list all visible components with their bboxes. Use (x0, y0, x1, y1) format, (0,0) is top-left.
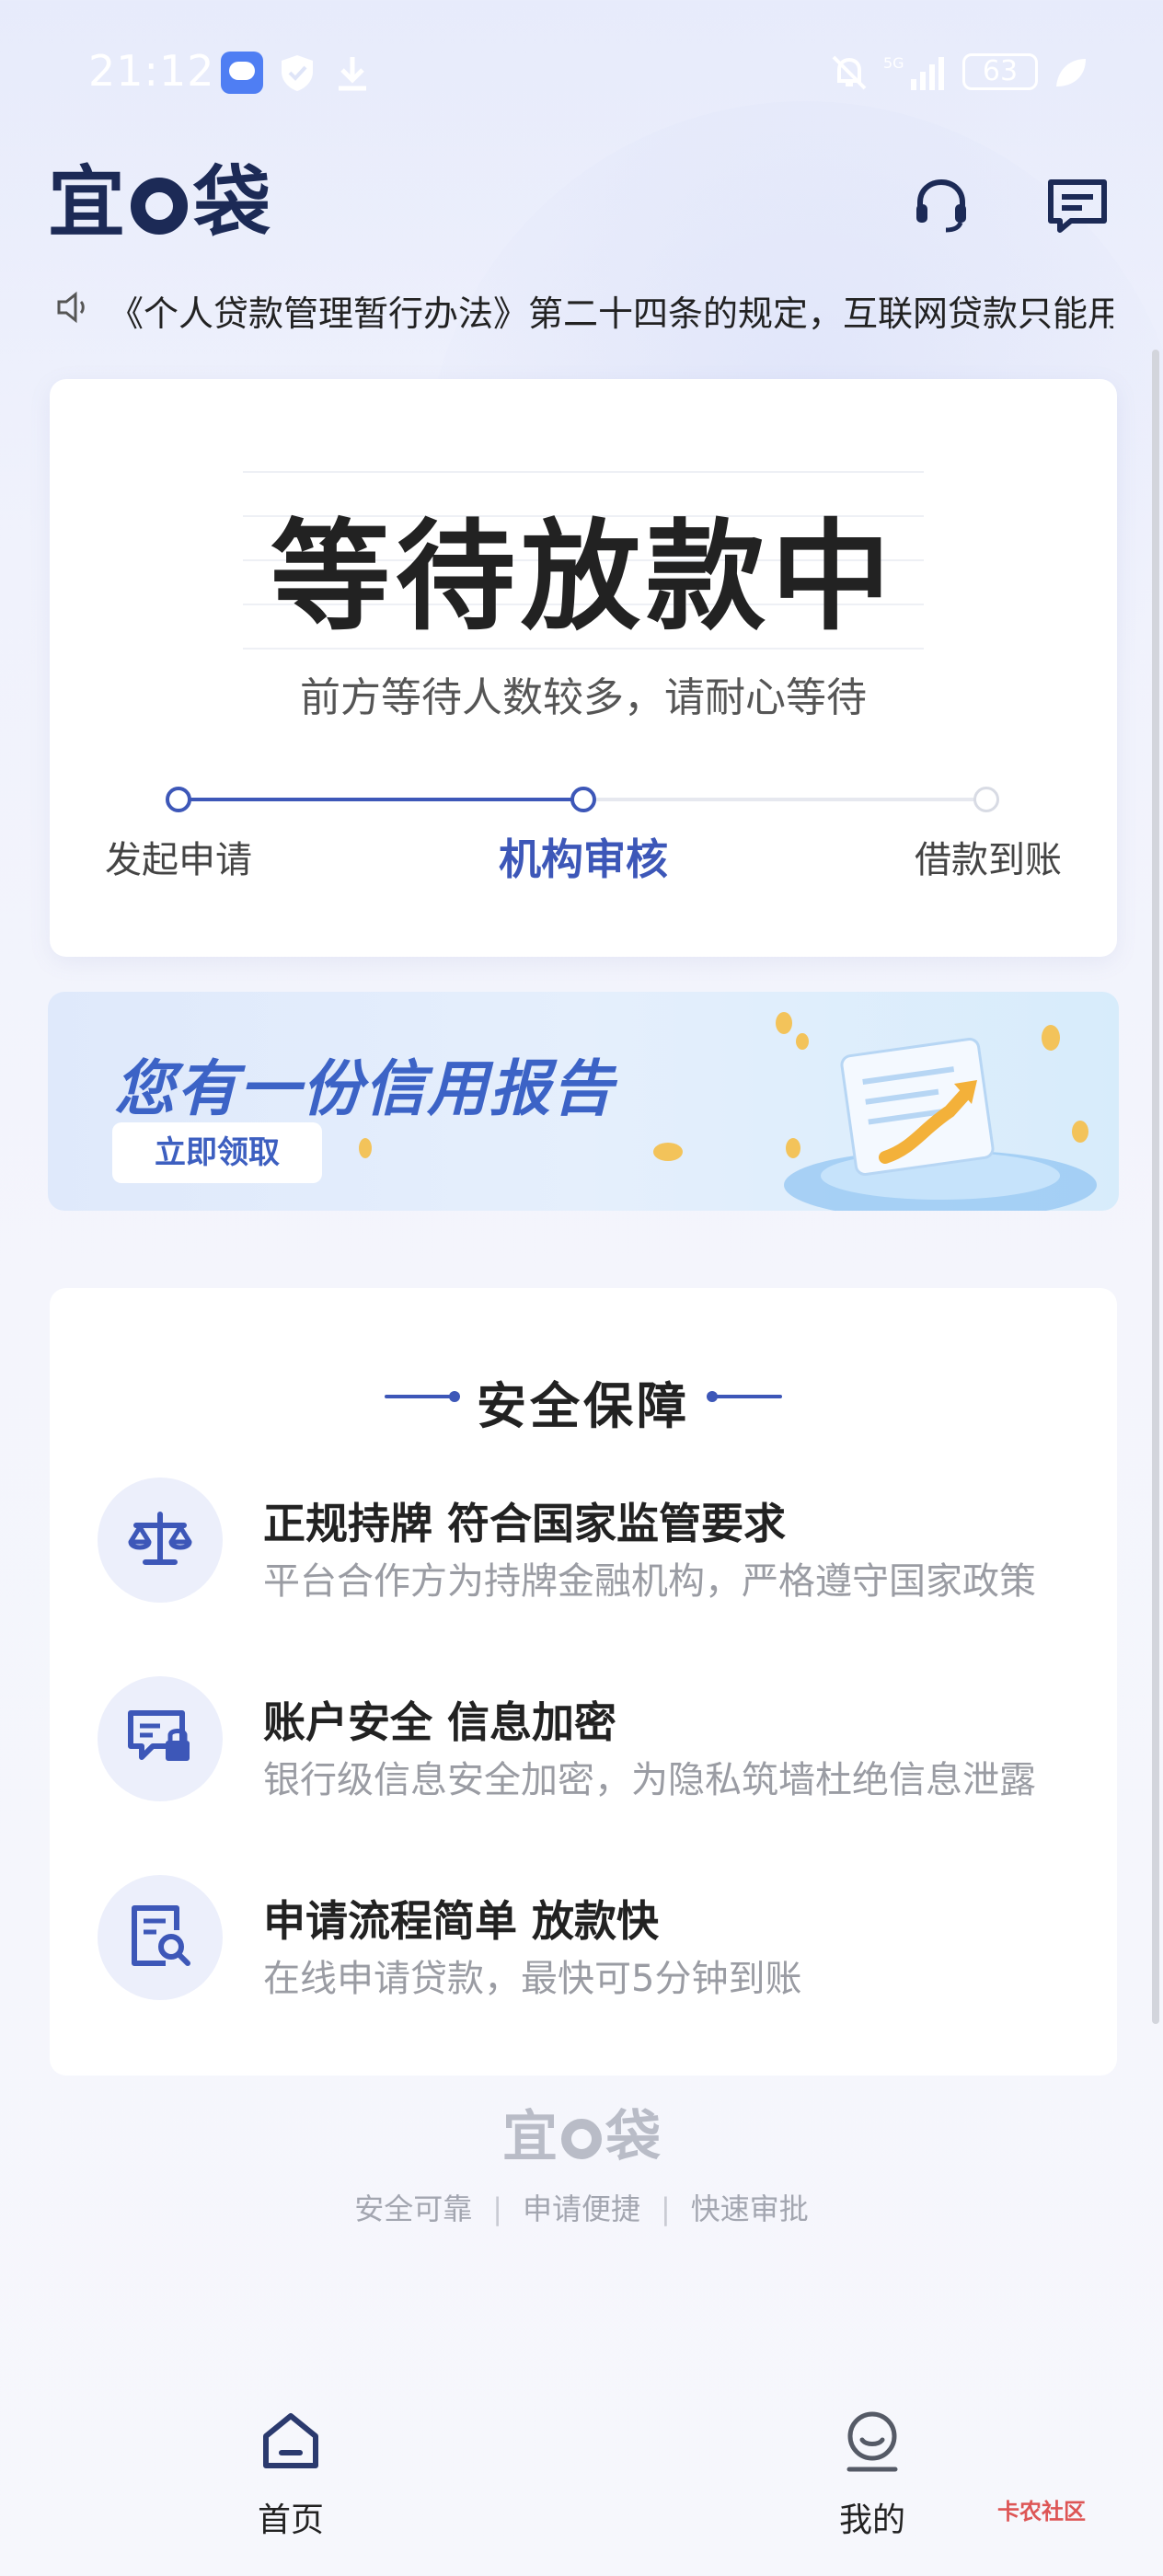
footer-logo-text-1: 宜 (502, 2105, 558, 2169)
download-icon (339, 57, 366, 91)
headset-icon[interactable] (909, 173, 973, 237)
logo-text-1: 宜 (48, 157, 126, 247)
scrollbar[interactable] (1152, 350, 1159, 2024)
footer-logo-text-2: 袋 (605, 2105, 661, 2169)
speaker-icon (57, 291, 85, 324)
step-dot-apply (166, 787, 191, 812)
notice-text: 《个人贷款管理暂行办法》第二十四条的规定，互联网贷款只能用于 (109, 293, 1113, 334)
step-dot-review (570, 787, 596, 812)
footer-logo-ring (561, 2119, 602, 2159)
svg-text:5G: 5G (883, 54, 904, 72)
feature-description: 平台合作方为持牌金融机构，严格遵守国家政策 (263, 1560, 1036, 1603)
credit-report-banner[interactable]: 您有一份信用报告 立即领取 (48, 992, 1119, 1211)
security-title: 安全保障 (477, 1377, 690, 1435)
feature-item-account-security: 账户安全 信息加密 银行级信息安全加密，为隐私筑墙杜绝信息泄露 (98, 1676, 1091, 1805)
slogan-item: 安全可靠 (354, 2191, 473, 2226)
signal-icon: 5G (883, 54, 944, 90)
battery-indicator: 63 (962, 53, 1038, 90)
feature-item-fast-process: 申请流程简单 放款快 在线申请贷款，最快可5分钟到账 (98, 1875, 1091, 2004)
feature-title: 账户安全 信息加密 (263, 1697, 617, 1747)
document-search-icon (98, 1875, 223, 2000)
watermark: 卡农社区 (997, 2499, 1086, 2524)
slogan-item: 快速审批 (690, 2191, 809, 2226)
app-logo: 宜袋 (48, 156, 271, 248)
shield-icon (282, 55, 313, 91)
leaf-icon (1056, 59, 1086, 86)
feature-title: 申请流程简单 放款快 (263, 1896, 660, 1946)
tab-mine[interactable]: 我的 (780, 2409, 964, 2547)
notice-bar[interactable]: 《个人贷款管理暂行办法》第二十四条的规定，互联网贷款只能用于 (55, 276, 1113, 340)
home-icon (263, 2413, 318, 2468)
feature-title: 正规持牌 符合国家监管要求 (263, 1499, 787, 1548)
slogan-item: 申请便捷 (522, 2191, 640, 2226)
tab-mine-label: 我的 (838, 2501, 905, 2539)
progress-track-pending (583, 798, 988, 801)
security-guarantee-card: 安全保障 正规持牌 符合国家监管要求 平台合作方为持牌金融机构，严格遵守国家政策… (50, 1288, 1117, 2076)
slogan-separator: | (661, 2191, 671, 2226)
tab-home-label: 首页 (257, 2501, 324, 2539)
status-subtitle: 前方等待人数较多，请耐心等待 (300, 674, 867, 721)
profile-icon (846, 2411, 898, 2472)
message-app-icon (221, 52, 263, 94)
message-icon[interactable] (1045, 173, 1110, 237)
title-decoration-right (707, 1391, 782, 1402)
footer-logo: 宜袋 (0, 2105, 1163, 2169)
coins-decoration-icon (653, 1012, 809, 1161)
logo-ring (131, 178, 189, 235)
claim-now-button[interactable]: 立即领取 (112, 1122, 322, 1183)
logo-text-2: 袋 (193, 157, 271, 247)
feature-description: 银行级信息安全加密，为隐私筑墙杜绝信息泄露 (263, 1759, 1036, 1801)
step-label-apply: 发起申请 (105, 839, 252, 881)
coin-small-icon (359, 1138, 372, 1158)
tab-home[interactable]: 首页 (199, 2409, 383, 2547)
slogan-separator: | (492, 2191, 502, 2226)
status-time: 21:12 (88, 46, 215, 96)
mute-bell-icon (832, 55, 867, 90)
step-label-review: 机构审核 (499, 834, 668, 884)
secure-chat-icon (98, 1676, 223, 1801)
feature-item-licensed: 正规持牌 符合国家监管要求 平台合作方为持牌金融机构，严格遵守国家政策 (98, 1478, 1091, 1606)
system-status-bar: 21:12 5G 63 (0, 0, 1163, 147)
footer-slogans: 安全可靠 | 申请便捷 | 快速审批 (0, 2186, 1163, 2228)
progress-track-done (178, 798, 583, 801)
scale-icon (98, 1478, 223, 1603)
loan-status-card: 等待放款中 前方等待人数较多，请耐心等待 发起申请 机构审核 借款到账 (50, 379, 1117, 957)
status-title: 等待放款中 (270, 507, 896, 647)
feature-description: 在线申请贷款，最快可5分钟到账 (263, 1958, 802, 2000)
step-label-disburse: 借款到账 (915, 839, 1062, 881)
step-dot-disburse (973, 787, 999, 812)
banner-title: 您有一份信用报告 (114, 1053, 615, 1124)
